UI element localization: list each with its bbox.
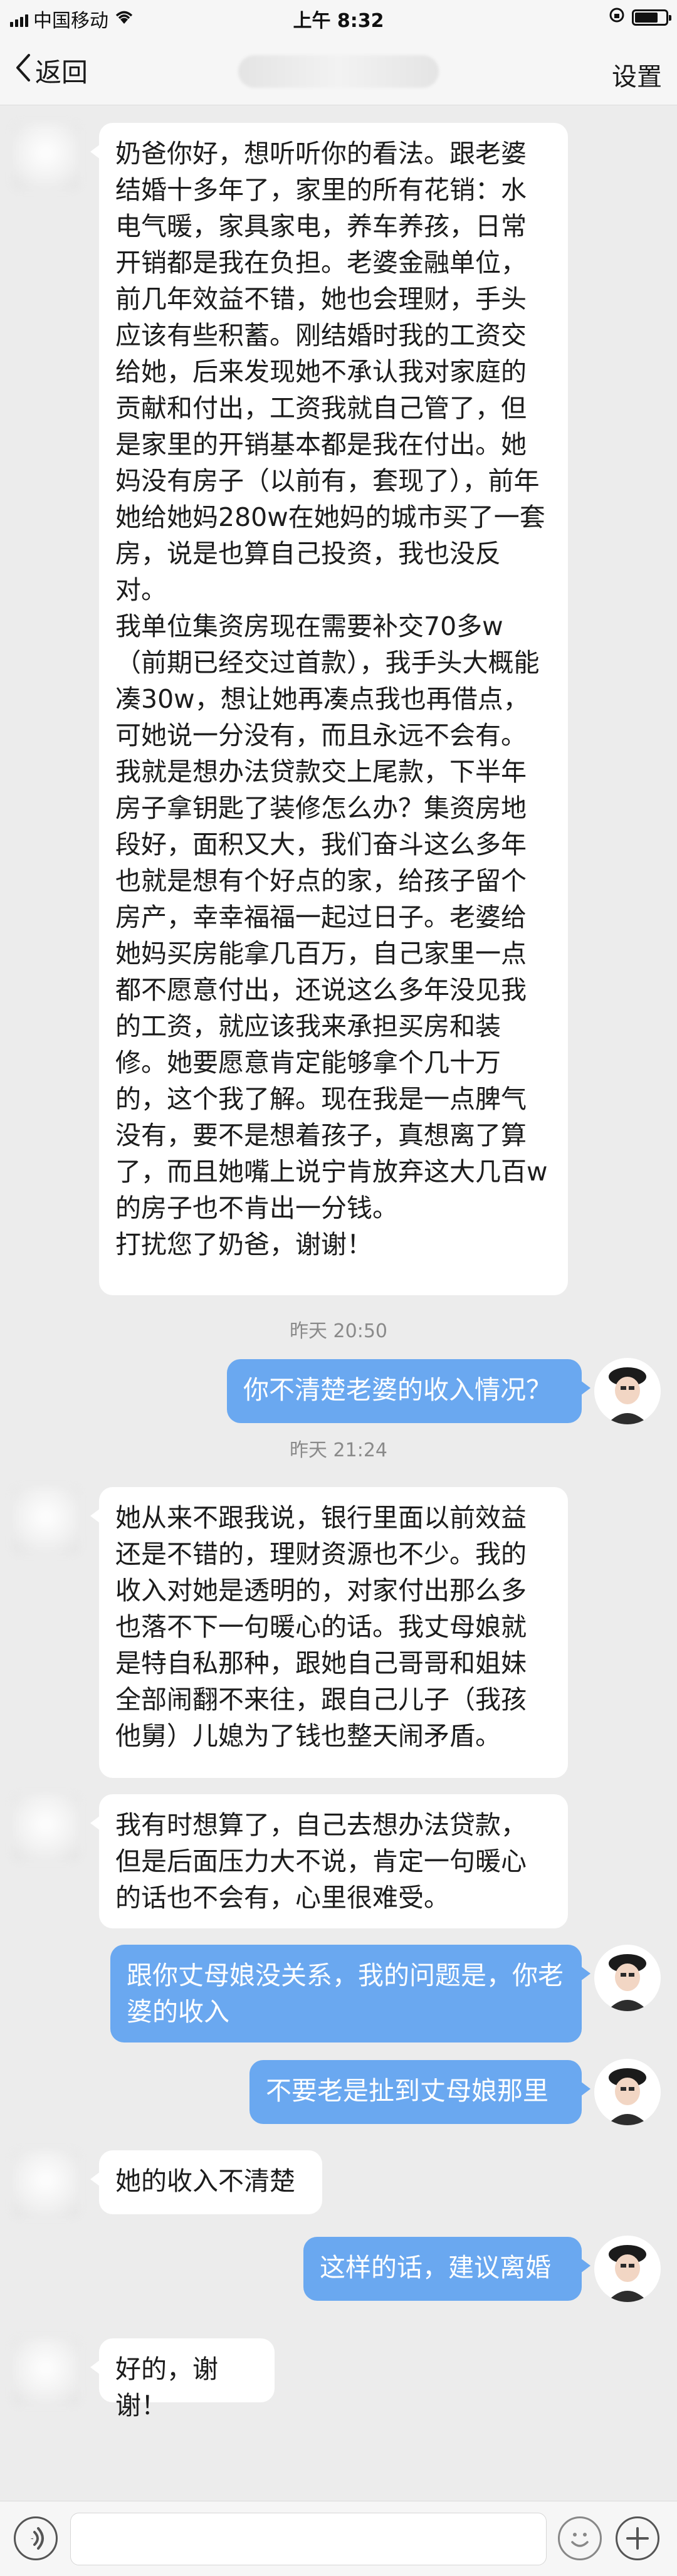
- message-bubble[interactable]: 我有时想算了，自己去想办法贷款，但是后面压力大不说，肯定一句暖心的话也不会有，心…: [90, 1794, 568, 1928]
- emoji-button[interactable]: [558, 2516, 602, 2560]
- message-bubble[interactable]: 不要老是扯到丈母娘那里: [249, 2060, 590, 2124]
- contact-avatar[interactable]: [13, 123, 79, 189]
- emoji-icon: [571, 2533, 589, 2547]
- timestamp: 昨天 20:50: [290, 1320, 387, 1342]
- timestamp: 昨天 21:24: [290, 1439, 387, 1461]
- chat-title: [238, 55, 439, 88]
- back-button[interactable]: 返回: [14, 51, 88, 90]
- message-input[interactable]: [70, 2513, 547, 2565]
- contact-avatar[interactable]: [13, 2150, 79, 2217]
- message-bubble[interactable]: 好的，谢谢！: [90, 2338, 275, 2421]
- message-bubble[interactable]: 跟你丈母娘没关系，我的问题是，你老婆的收入: [110, 1945, 590, 2042]
- message-bubble[interactable]: 她的收入不清楚: [90, 2150, 322, 2214]
- status-bar: 中国移动 上午 8:32: [0, 0, 677, 36]
- status-time: 上午 8:32: [293, 10, 384, 32]
- voice-button[interactable]: [14, 2516, 58, 2560]
- nav-bar: 返回 设置: [0, 36, 677, 105]
- message-bubble[interactable]: 奶爸你好，想听听你的看法。跟老婆结婚十多年了，家里的所有花销：水电气暖，家具家电…: [90, 123, 568, 1295]
- contact-avatar[interactable]: [13, 2338, 79, 2405]
- message-bubble[interactable]: 这样的话，建议离婚: [303, 2237, 590, 2301]
- back-label: 返回: [35, 57, 88, 88]
- message-bubble[interactable]: 你不清楚老婆的收入情况？: [227, 1359, 590, 1423]
- more-button[interactable]: [616, 2516, 659, 2560]
- message-bubble[interactable]: 她从来不跟我说，银行里面以前效益还是不错的，理财资源也不少。我的收入对她是透明的…: [90, 1487, 568, 1778]
- plus-icon: [626, 2527, 649, 2550]
- my-avatar[interactable]: [594, 2236, 661, 2302]
- chat-area[interactable]: 奶爸你好，想听听你的看法。跟老婆结婚十多年了，家里的所有花销：水电气暖，家具家电…: [0, 105, 677, 2501]
- battery-icon: [632, 9, 671, 26]
- settings-button[interactable]: 设置: [612, 56, 662, 93]
- contact-avatar[interactable]: [13, 1794, 79, 1861]
- voice-icon: [31, 2527, 44, 2550]
- orientation-lock-icon: [608, 6, 626, 29]
- my-avatar[interactable]: [594, 1358, 661, 1424]
- contact-avatar[interactable]: [13, 1487, 79, 1553]
- my-avatar[interactable]: [594, 2059, 661, 2125]
- input-bar: [0, 2501, 677, 2576]
- chevron-left-icon: [14, 53, 31, 89]
- my-avatar[interactable]: [594, 1945, 661, 2011]
